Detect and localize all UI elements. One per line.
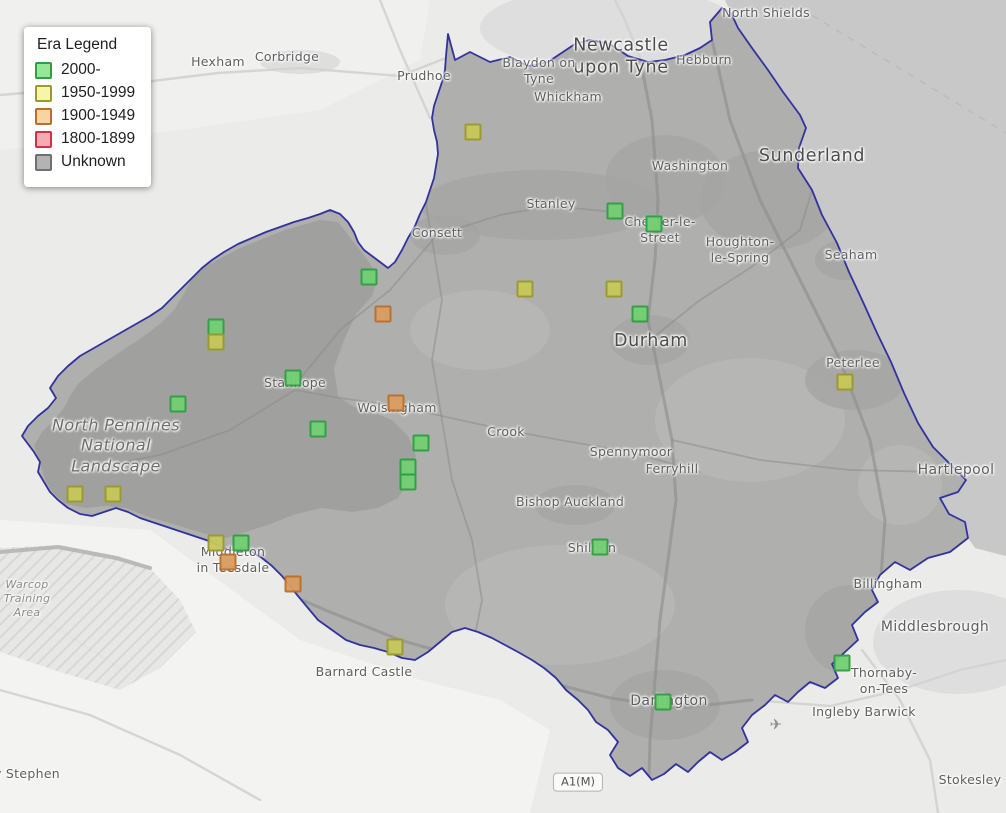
era-legend: Era Legend 2000- 1950-1999 1900-1949 180… [24,27,152,187]
era-marker[interactable] [516,280,534,298]
legend-item-label: Unknown [61,153,126,170]
era-marker[interactable] [207,534,225,552]
legend-item-label: 1900-1949 [61,107,136,124]
era-marker[interactable] [284,575,302,593]
legend-item: 1800-1899 [35,130,135,148]
legend-item-label: 1800-1899 [61,130,136,147]
era-marker[interactable] [645,215,663,233]
legend-swatch-icon [35,130,52,148]
legend-title: Era Legend [37,36,118,53]
era-marker[interactable] [360,268,378,286]
era-marker[interactable] [169,395,187,413]
era-marker[interactable] [374,305,392,323]
legend-item-label: 2000- [61,61,101,78]
era-marker[interactable] [631,305,649,323]
era-marker[interactable] [284,369,302,387]
era-marker[interactable] [833,654,851,672]
era-marker[interactable] [207,333,225,351]
era-marker[interactable] [387,394,405,412]
legend-item: 1950-1999 [35,84,135,102]
legend-item: 1900-1949 [35,107,135,125]
legend-swatch-icon [35,84,52,102]
legend-item-label: 1950-1999 [61,84,136,101]
era-marker[interactable] [104,485,122,503]
era-marker[interactable] [66,485,84,503]
era-marker[interactable] [399,473,417,491]
era-marker[interactable] [605,280,623,298]
legend-item: Unknown [35,153,135,171]
era-marker[interactable] [836,373,854,391]
legend-swatch-icon [35,61,52,79]
legend-item: 2000- [35,61,135,79]
map[interactable]: North Shields Newcastle upon Tyne Hexham Co… [0,0,1006,813]
legend-swatch-icon [35,153,52,171]
era-marker[interactable] [606,202,624,220]
era-marker[interactable] [219,553,237,571]
legend-swatch-icon [35,107,52,125]
era-marker[interactable] [412,434,430,452]
era-marker[interactable] [464,123,482,141]
era-legend-items: 2000- 1950-1999 1900-1949 1800-1899 Unkn… [35,61,135,171]
era-marker[interactable] [654,693,672,711]
era-marker[interactable] [232,534,250,552]
era-marker[interactable] [386,638,404,656]
era-marker[interactable] [309,420,327,438]
era-marker[interactable] [591,538,609,556]
